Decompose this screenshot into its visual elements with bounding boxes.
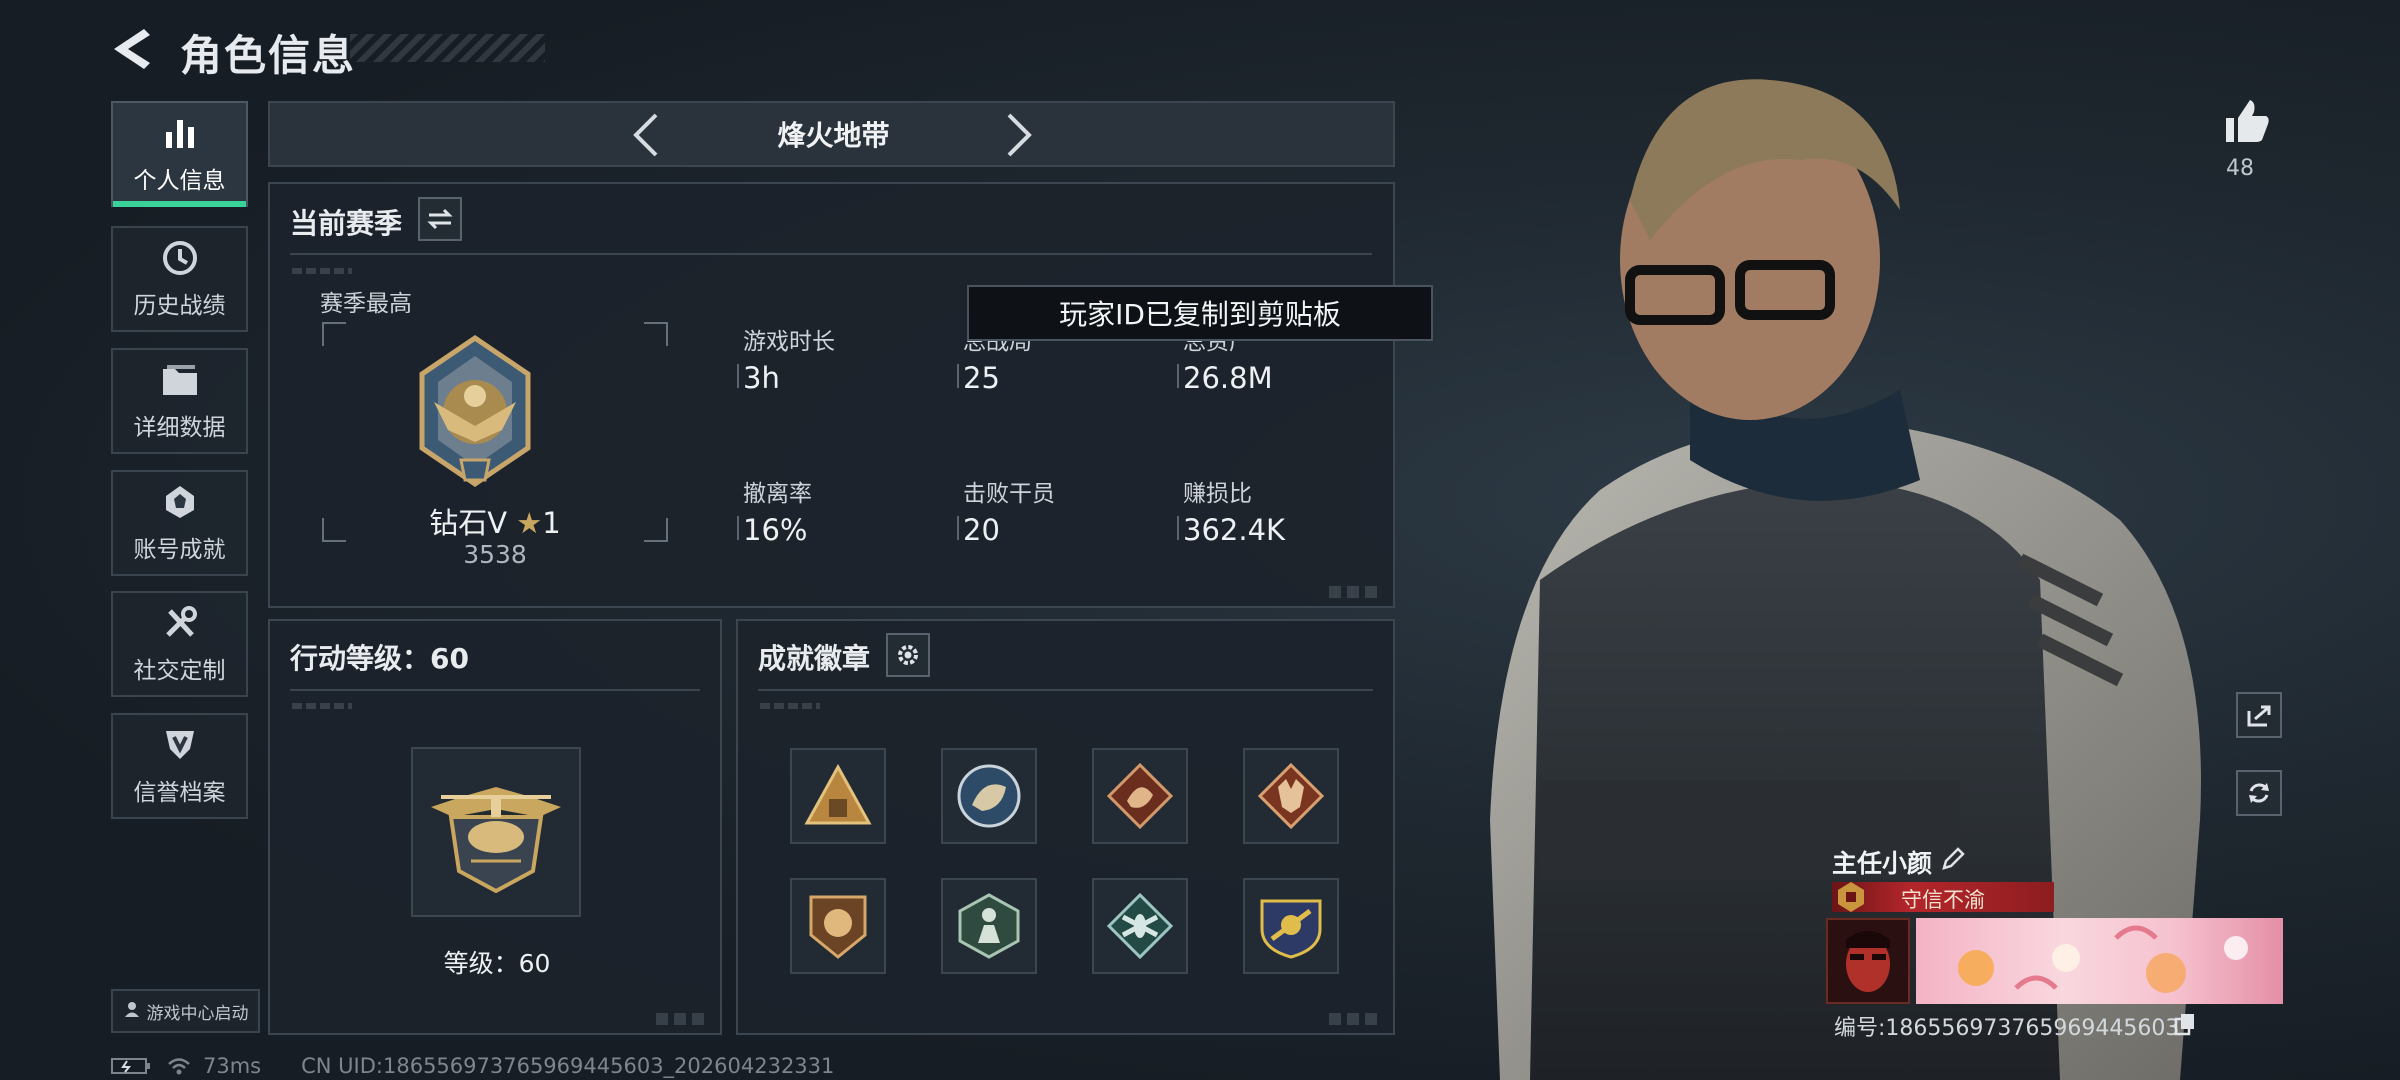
sidebar-item-social[interactable]: 社交定制 [111, 591, 248, 697]
sidebar-item-label: 社交定制 [133, 658, 226, 684]
mode-title: 烽火地带 [777, 119, 890, 152]
thumbs-up-icon [2226, 100, 2269, 142]
ping-value: 73ms [203, 1054, 262, 1078]
player-name: 主任小颜 [1832, 849, 1933, 878]
back-arrow-icon[interactable] [110, 26, 154, 72]
stat-value: 26.8M [1183, 361, 1273, 395]
helicopter-emblem-icon [431, 787, 561, 894]
stat-label: 击败干员 [963, 481, 1055, 507]
season-header: 当前赛季 [290, 207, 403, 240]
game-center-launch-button[interactable]: 游戏中心启动 [111, 989, 260, 1033]
user-icon [123, 1000, 141, 1023]
sidebar-item-reputation[interactable]: 信誉档案 [111, 713, 248, 819]
mode-tab-bar: 烽火地带 [268, 101, 1395, 167]
tools-icon [160, 603, 200, 643]
rank-name: 钻石V [429, 506, 508, 540]
insect-badge-icon[interactable] [1092, 878, 1188, 974]
stat-label: 游戏时长 [743, 329, 835, 355]
refresh-icon [2249, 783, 2269, 803]
beast-badge-icon[interactable] [941, 748, 1037, 844]
sidebar-item-history[interactable]: 历史战绩 [111, 226, 248, 332]
rank-line: 钻石V ★1 [350, 500, 640, 542]
title-decoration [350, 34, 545, 62]
season-best-label: 赛季最高 [320, 291, 412, 317]
sidebar-item-label: 详细数据 [133, 415, 226, 441]
wifi-icon [168, 1058, 190, 1075]
history-clock-icon [160, 238, 200, 278]
action-level-header: 行动等级：60 [290, 642, 469, 675]
title-plate: 守信不渝 [1832, 882, 2054, 912]
dragon-badge-icon[interactable] [1092, 748, 1188, 844]
share-icon [2247, 705, 2271, 727]
sidebar-item-label: 账号成就 [133, 537, 226, 563]
stat-value: 3h [743, 361, 780, 395]
swap-icon [427, 208, 453, 230]
launch-label: 游戏中心启动 [146, 1003, 249, 1024]
bar-chart-icon [160, 113, 200, 153]
shield-icon [160, 725, 200, 765]
stat-value: 25 [963, 361, 1000, 395]
page-title: 角色信息 [180, 31, 357, 80]
pyramid-badge-icon[interactable] [790, 748, 886, 844]
copy-icon[interactable] [2174, 1012, 2196, 1036]
like-count: 48 [2226, 156, 2254, 181]
sidebar-item-label: 历史战绩 [133, 293, 226, 319]
rank-score: 3538 [463, 540, 527, 569]
sidebar-item-label: 个人信息 [133, 168, 226, 194]
stat-value: 20 [963, 513, 1000, 547]
refresh-button[interactable] [2236, 770, 2282, 816]
sidebar-item-achievements[interactable]: 账号成就 [111, 470, 248, 576]
rank-stars: 1 [542, 506, 561, 540]
sidebar-item-personal-info[interactable]: 个人信息 [111, 101, 248, 207]
avatar[interactable] [1826, 918, 1910, 1004]
lion-badge-icon[interactable] [790, 878, 886, 974]
like-button[interactable] [2222, 96, 2272, 150]
sidebar-item-detailed-data[interactable]: 详细数据 [111, 348, 248, 454]
level-emblem-frame [411, 747, 581, 917]
player-title: 守信不渝 [1901, 888, 1985, 912]
gear-icon [898, 645, 918, 665]
stat-value: 16% [743, 513, 808, 547]
status-bar: 73ms CN UID:186556973765969445603_202604… [111, 1054, 834, 1078]
badge-settings-button[interactable] [886, 633, 930, 677]
season-panel: 当前赛季 赛季最高 钻石V ★1 3538 游戏时长 3h 总战局 25 总资产… [268, 182, 1395, 608]
profile-banner [1916, 918, 2283, 1004]
achievements-header: 成就徽章 [758, 642, 871, 675]
action-level-panel: 行动等级：60 等级：60 [268, 619, 722, 1035]
folder-icon [160, 360, 200, 400]
star-icon: ★ [516, 506, 543, 540]
figure-badge-icon[interactable] [941, 878, 1037, 974]
stat-label: 赚损比 [1183, 481, 1252, 507]
banner-art [1958, 925, 2248, 993]
player-id: 编号:186556973765969445603 [1834, 1016, 2180, 1041]
edit-pencil-icon[interactable] [1940, 846, 1966, 872]
crest-badge-icon[interactable] [1243, 878, 1339, 974]
chevron-left-icon[interactable] [630, 111, 662, 159]
achievement-icon [160, 482, 200, 522]
level-label: 等级：60 [443, 949, 551, 978]
rank-emblem-icon [419, 334, 531, 488]
achievements-panel: 成就徽章 [736, 619, 1395, 1035]
battery-icon [111, 1058, 150, 1074]
share-button[interactable] [2236, 692, 2282, 738]
avatar-face-icon [1828, 920, 1908, 1002]
stat-label: 撤离率 [743, 481, 812, 507]
chevron-right-icon[interactable] [1003, 111, 1035, 159]
uid-text: CN UID:186556973765969445603_20260423233… [301, 1054, 835, 1078]
sidebar-item-label: 信誉档案 [133, 780, 226, 806]
switch-season-button[interactable] [418, 197, 462, 241]
copy-toast: 玩家ID已复制到剪贴板 [967, 285, 1433, 341]
stat-value: 362.4K [1183, 513, 1286, 547]
wolf-badge-icon[interactable] [1243, 748, 1339, 844]
